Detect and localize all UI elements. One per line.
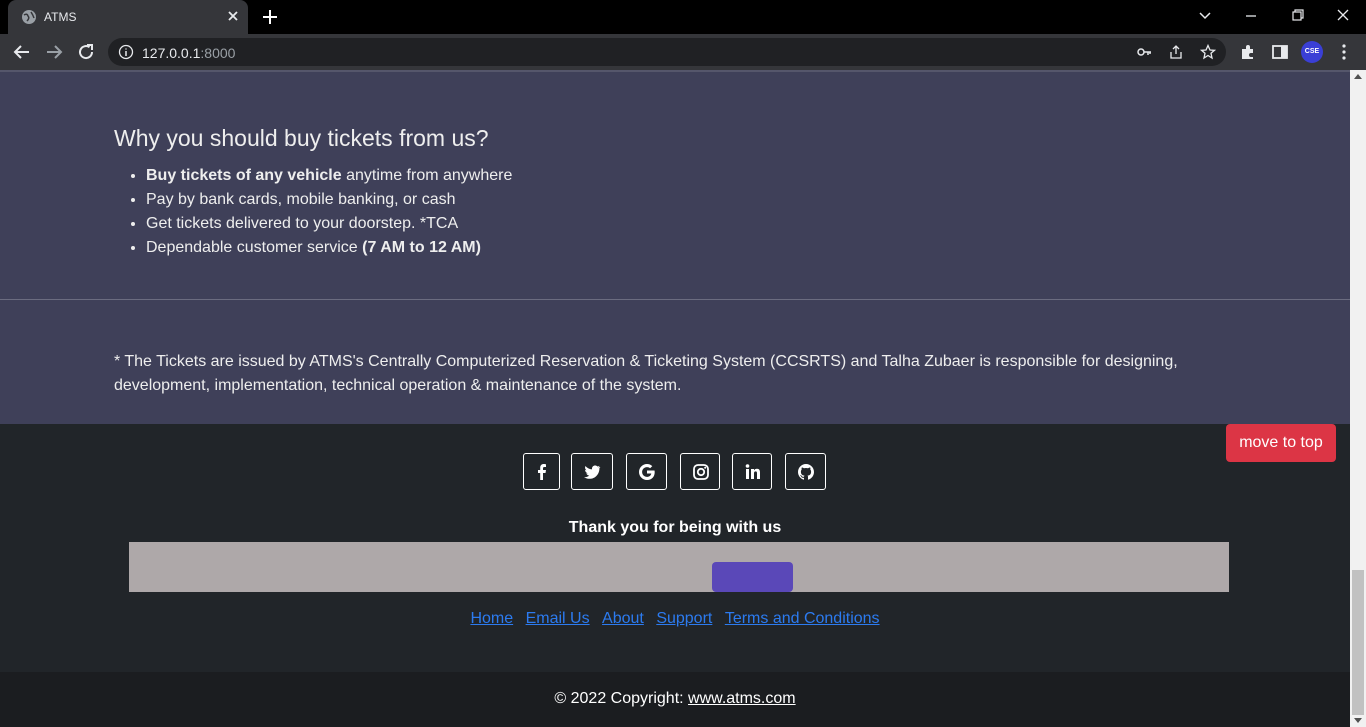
browser-tab-bar: ATMS [0,0,1366,34]
copyright-prefix: © 2022 Copyright: [554,690,689,707]
copyright-bar: © 2022 Copyright: www.atms.com [0,672,1350,727]
url-port: :8000 [200,45,236,61]
linkedin-link[interactable] [732,453,772,490]
site-info-icon[interactable] [118,44,134,60]
list-item-bold: Buy tickets of any vehicle [146,167,342,184]
linkedin-icon [745,464,760,479]
share-icon[interactable] [1168,44,1184,60]
twitter-icon [584,465,601,479]
twitter-link[interactable] [571,453,613,490]
thanks-text: Thank you for being with us [568,519,782,536]
footer-link-email[interactable]: Email Us [526,610,590,627]
google-link[interactable] [626,453,667,490]
side-panel-icon[interactable] [1270,42,1290,62]
footer: Thank you for being with us Home Email U… [0,424,1350,672]
footer-link-home[interactable]: Home [470,610,513,627]
why-heading: Why you should buy tickets from us? [114,125,489,151]
forward-arrow-icon[interactable] [44,42,64,62]
back-arrow-icon[interactable] [12,42,32,62]
list-item-text: Get tickets delivered to your doorstep. … [146,215,459,232]
key-icon[interactable] [1136,44,1152,60]
list-item: Buy tickets of any vehicle anytime from … [146,164,512,188]
address-bar[interactable]: 127.0.0.1:8000 [108,38,1226,66]
list-item: Get tickets delivered to your doorstep. … [146,212,512,236]
footer-link-terms[interactable]: Terms and Conditions [725,610,880,627]
list-item-bold: (7 AM to 12 AM) [362,239,481,256]
footer-link-support[interactable]: Support [656,610,712,627]
why-list: Buy tickets of any vehicle anytime from … [146,164,512,260]
tab-search-icon[interactable] [1193,6,1217,26]
disclaimer-section: * The Tickets are issued by ATMS's Centr… [0,300,1350,424]
extensions-icon[interactable] [1238,42,1258,62]
copyright-text: © 2022 Copyright: www.atms.com [0,690,1350,708]
close-window-icon[interactable] [1331,6,1355,26]
github-link[interactable] [785,453,826,490]
minimize-icon[interactable] [1239,6,1263,26]
tab-title: ATMS [44,10,77,24]
close-tab-icon[interactable] [224,7,242,25]
new-tab-icon[interactable] [260,7,280,27]
menu-kebab-icon[interactable] [1334,42,1354,62]
disclaimer-text: * The Tickets are issued by ATMS's Centr… [114,353,1178,394]
facebook-link[interactable] [523,453,560,490]
footer-links: Home Email Us About Support Terms and Co… [0,610,1350,628]
list-item-text: Dependable customer service [146,239,363,256]
list-item-text: Pay by bank cards, mobile banking, or ca… [146,191,456,208]
scroll-up-arrow-icon[interactable] [1354,74,1362,79]
list-item: Dependable customer service (7 AM to 12 … [146,236,512,260]
subscribe-bar [129,542,1229,592]
github-icon [798,464,814,480]
bookmark-star-icon[interactable] [1200,44,1216,60]
copyright-link[interactable]: www.atms.com [688,690,796,707]
google-icon [639,464,655,480]
list-item-text: anytime from anywhere [341,167,513,184]
scroll-down-arrow-icon[interactable] [1354,718,1362,723]
facebook-icon [538,464,546,480]
subscribe-button[interactable] [712,562,793,592]
list-item: Pay by bank cards, mobile banking, or ca… [146,188,512,212]
why-section: Why you should buy tickets from us? Buy … [0,70,1350,299]
globe-icon [22,10,36,24]
restore-icon[interactable] [1285,6,1309,26]
browser-tab[interactable]: ATMS [8,0,248,34]
move-to-top-button[interactable]: move to top [1226,424,1336,462]
scrollbar-thumb[interactable] [1352,570,1364,715]
url-host: 127.0.0.1 [142,45,201,61]
instagram-icon [693,464,709,480]
browser-toolbar: 127.0.0.1:8000 CSE [0,34,1366,70]
page-viewport: Why you should buy tickets from us? Buy … [0,70,1350,727]
profile-avatar[interactable]: CSE [1301,41,1323,63]
reload-icon[interactable] [76,42,96,62]
url-text: 127.0.0.1:8000 [142,45,235,61]
instagram-link[interactable] [680,453,720,490]
footer-link-about[interactable]: About [602,610,644,627]
page-scrollbar[interactable] [1350,70,1366,727]
